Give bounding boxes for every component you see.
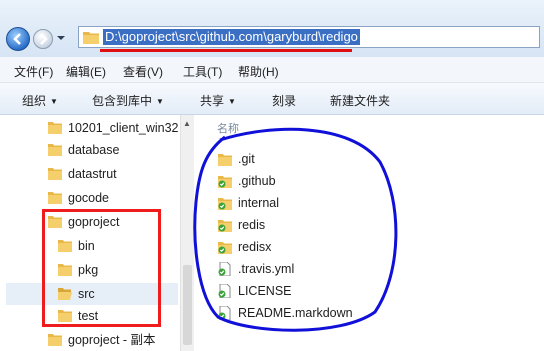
folder-icon — [83, 32, 99, 44]
folder-icon — [48, 192, 62, 204]
chevron-down-icon: ▼ — [156, 97, 164, 106]
folder-icon — [48, 122, 62, 134]
tree-item-label: gocode — [68, 191, 110, 205]
tree-item-10201-client[interactable]: 10201_client_win32 — [48, 117, 179, 139]
menu-bar: 文件(F) 编辑(E) 查看(V) 工具(T) 帮助(H) — [0, 57, 544, 83]
organize-label: 组织 — [22, 94, 47, 108]
back-button[interactable] — [6, 27, 30, 51]
chevron-down-icon: ▼ — [228, 97, 236, 106]
organize-button[interactable]: 组织 ▼ — [22, 92, 58, 109]
red-underline-annotation — [100, 49, 352, 52]
tree-item-label: datastrut — [68, 167, 117, 181]
chevron-down-icon: ▼ — [50, 97, 58, 106]
address-field[interactable]: D:\goproject\src\github.com\garyburd\red… — [78, 26, 540, 48]
menu-tools[interactable]: 工具(T) — [183, 63, 222, 80]
command-bar: 组织 ▼ 包含到库中 ▼ 共享 ▼ 刻录 新建文件夹 — [0, 83, 544, 115]
folder-icon — [48, 334, 62, 346]
arrow-left-icon — [13, 33, 21, 45]
include-in-library-label: 包含到库中 — [92, 94, 153, 108]
address-path[interactable]: D:\goproject\src\github.com\garyburd\red… — [103, 29, 360, 45]
folder-icon — [48, 144, 62, 156]
new-folder-button[interactable]: 新建文件夹 — [330, 92, 390, 109]
blue-circle-annotation — [193, 127, 398, 332]
recent-pages-dropdown-icon[interactable] — [56, 33, 66, 43]
share-label: 共享 — [200, 94, 225, 108]
forward-button[interactable] — [33, 29, 53, 49]
menu-help[interactable]: 帮助(H) — [238, 63, 279, 80]
menu-view[interactable]: 查看(V) — [123, 63, 163, 80]
burn-button[interactable]: 刻录 — [272, 92, 296, 109]
folder-icon — [48, 168, 62, 180]
menu-edit[interactable]: 编辑(E) — [66, 63, 106, 80]
menu-file[interactable]: 文件(F) — [14, 63, 53, 80]
share-button[interactable]: 共享 ▼ — [200, 92, 236, 109]
arrow-right-icon — [40, 33, 48, 45]
tree-item-gocode[interactable]: gocode — [48, 187, 178, 209]
tree-item-label: 10201_client_win32 — [68, 121, 179, 135]
tree-item-label: goproject - 副本 — [68, 333, 156, 347]
tree-item-label: database — [68, 143, 120, 157]
include-in-library-button[interactable]: 包含到库中 ▼ — [92, 92, 164, 109]
tree-item-database[interactable]: database — [48, 139, 178, 161]
red-box-annotation — [42, 209, 161, 327]
address-bar-row: D:\goproject\src\github.com\garyburd\red… — [0, 0, 544, 57]
tree-item-datastrut[interactable]: datastrut — [48, 163, 178, 185]
tree-item-goproject-copy[interactable]: goproject - 副本 — [48, 329, 178, 351]
